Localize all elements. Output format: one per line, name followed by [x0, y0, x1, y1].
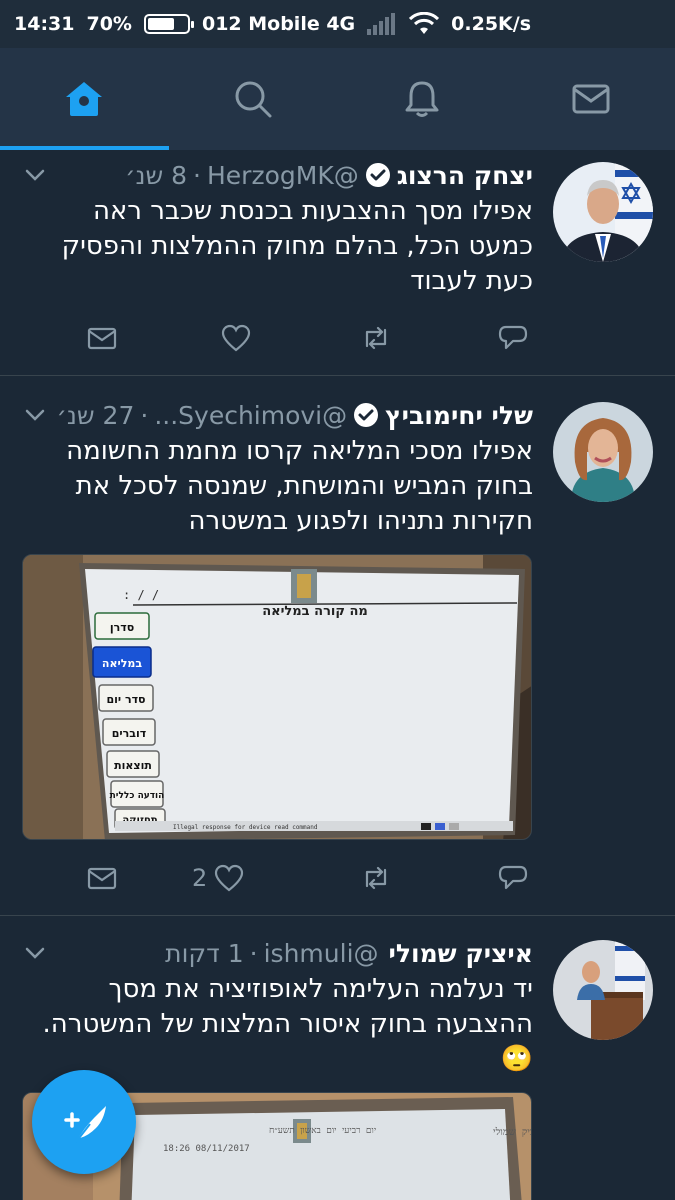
- tweet-header: יצחק הרצוג @HerzogMK · 8 שנ׳: [22, 156, 533, 194]
- author-handle[interactable]: @Syechimovi...: [154, 401, 347, 430]
- tweet-time: 1 דקות: [165, 938, 244, 968]
- screen-menu-item: דוברים: [112, 727, 146, 740]
- tweet-header: שלי יחימוביץ @Syechimovi... · 27 שנ׳: [22, 396, 533, 434]
- tweet-text-body: יד נעלמה העלימה לאופוזיציה את מסך ההצבעה…: [42, 974, 533, 1039]
- compose-tweet-icon: [64, 1106, 106, 1143]
- mail-icon: [87, 327, 117, 350]
- home-icon: [66, 82, 103, 116]
- network-speed: 0.25K/s: [451, 13, 532, 35]
- screen-menu-item: סדר יום: [106, 693, 145, 706]
- tab-messages[interactable]: [506, 48, 675, 150]
- author-name[interactable]: שלי יחימוביץ: [385, 401, 533, 430]
- tab-search[interactable]: [169, 48, 338, 150]
- screen-menu-item: במליאה: [102, 657, 142, 670]
- rolling-eyes-emoji: 🙄: [500, 1044, 533, 1074]
- tweet[interactable]: שלי יחימוביץ @Syechimovi... · 27 שנ׳ אפי…: [0, 376, 675, 916]
- separator-dot: ·: [249, 938, 258, 968]
- verified-badge-icon: [365, 163, 390, 187]
- chevron-down-icon[interactable]: [22, 162, 48, 188]
- tab-notifications[interactable]: [338, 48, 507, 150]
- dm-button[interactable]: [86, 858, 118, 898]
- tweet-text: יד נעלמה העלימה לאופוזיציה את מסך ההצבעה…: [22, 972, 533, 1077]
- battery-percent: 70%: [86, 13, 132, 35]
- chevron-down-icon[interactable]: [22, 940, 48, 966]
- retweet-icon: [365, 866, 387, 890]
- dm-button[interactable]: [86, 318, 118, 358]
- reply-icon: [498, 865, 528, 890]
- reply-button[interactable]: [497, 318, 529, 358]
- tweet[interactable]: יצחק הרצוג @HerzogMK · 8 שנ׳ אפילו מסך ה…: [0, 150, 675, 376]
- tweet-time: 8 שנ׳: [125, 160, 188, 190]
- chevron-down-icon[interactable]: [22, 402, 48, 428]
- mail-icon: [87, 867, 117, 890]
- screen-status-line: Illegal response for device read command: [173, 824, 318, 831]
- tweet-text: אפילו מסכי המליאה קרסו מחמת החשומה בחוק …: [66, 436, 533, 536]
- screen-member-name: איציק שמולי: [493, 1126, 532, 1138]
- screen-menu-item: הודעה כללית: [110, 791, 165, 801]
- like-count: 2: [192, 864, 208, 892]
- timeline: יצחק הרצוג @HerzogMK · 8 שנ׳ אפילו מסך ה…: [0, 150, 675, 1200]
- tab-home[interactable]: [0, 48, 169, 150]
- like-button[interactable]: [220, 318, 252, 358]
- screen-menu-item: תוצאות: [114, 759, 152, 772]
- tweet-time: 27 שנ׳: [56, 400, 135, 430]
- battery-icon: [143, 14, 194, 34]
- heart-icon: [221, 324, 251, 352]
- avatar[interactable]: [553, 402, 653, 502]
- separator-dot: ·: [140, 400, 149, 430]
- tweet-actions: [60, 318, 535, 358]
- separator-dot: ·: [193, 160, 201, 190]
- author-handle[interactable]: @ishmuli: [264, 939, 379, 968]
- retweet-button[interactable]: [360, 858, 392, 898]
- signal-icon: [367, 13, 396, 35]
- retweet-button[interactable]: [360, 318, 392, 358]
- carrier-name: 012 Mobile 4G: [201, 13, 356, 35]
- bell-icon: [405, 81, 439, 117]
- like-button[interactable]: 2: [192, 858, 245, 898]
- compose-tweet-button[interactable]: [32, 1070, 136, 1174]
- mail-icon: [572, 84, 610, 114]
- status-time: 14:31: [14, 13, 75, 35]
- tweet-text: אפילו מסך ההצבעות בכנסת שכבר ראה כמעט הכ…: [61, 196, 533, 296]
- top-nav: [0, 48, 675, 150]
- author-name[interactable]: יצחק הרצוג: [397, 161, 533, 190]
- screen-time-line: 18:26 08/11/2017: [163, 1144, 250, 1154]
- screen-title: מה קורה במליאה: [262, 604, 368, 619]
- tweet-header: איציק שמולי @ishmuli · 1 דקות: [22, 934, 533, 972]
- wifi-icon: [409, 12, 440, 34]
- verified-badge-icon: [354, 403, 379, 427]
- retweet-icon: [365, 326, 387, 350]
- heart-icon: [215, 864, 244, 892]
- reply-icon: [498, 325, 528, 350]
- search-icon: [235, 81, 272, 118]
- author-name[interactable]: איציק שמולי: [389, 939, 533, 968]
- screen-date-line: יום רביעי יום באשון תשע״ח: [269, 1126, 376, 1136]
- avatar[interactable]: [553, 162, 653, 262]
- reply-button[interactable]: [497, 858, 529, 898]
- avatar[interactable]: [553, 940, 653, 1040]
- tweet-actions: 2: [60, 858, 535, 898]
- author-handle[interactable]: @HerzogMK: [207, 161, 359, 190]
- screen-menu-item: סדרן: [110, 621, 134, 634]
- svg-text:: / /: : / /: [123, 588, 159, 602]
- tweet-media-image[interactable]: מה קורה במליאה : / / סדרן במליאה סדר יום…: [22, 554, 532, 840]
- status-bar: 14:31 70% 012 Mobile 4G 0.25K/s: [0, 0, 675, 48]
